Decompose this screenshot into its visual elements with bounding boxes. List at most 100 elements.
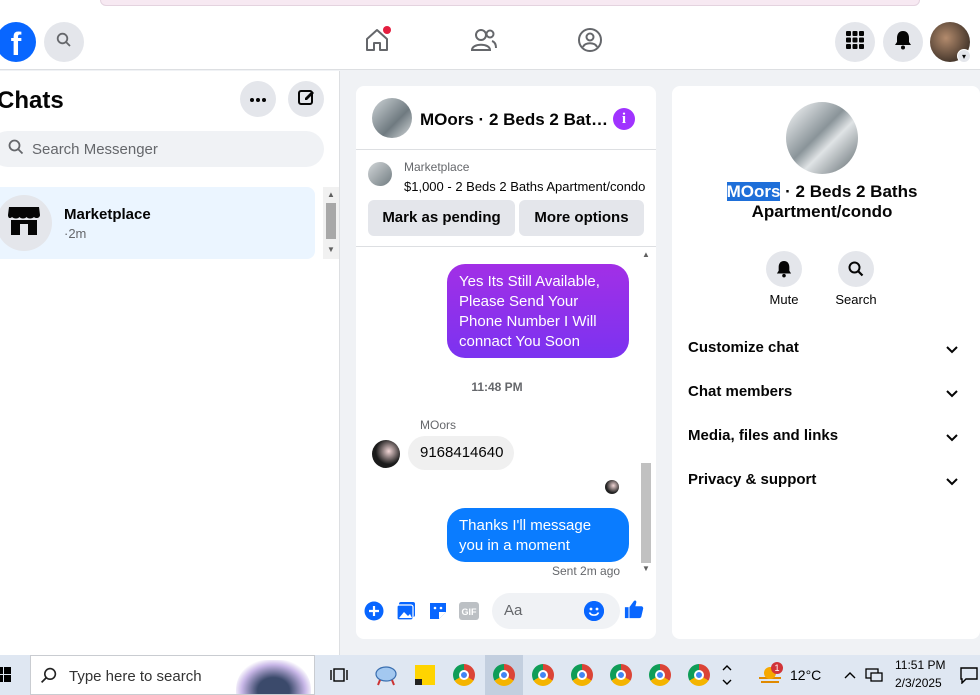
info-icon[interactable]: i <box>613 108 635 130</box>
menu-button[interactable] <box>835 22 875 62</box>
seen-indicator <box>605 480 619 494</box>
chrome-icon[interactable] <box>528 660 558 690</box>
section-label: Customize chat <box>688 339 799 356</box>
notification-center-icon[interactable] <box>958 660 980 690</box>
facebook-logo[interactable]: f <box>0 22 36 62</box>
conversation-panel: MOors · 2 Beds 2 Bat… i Marketplace $1,0… <box>356 86 656 639</box>
clock-date[interactable]: 2/3/2025 <box>895 676 942 690</box>
customize-chat-section[interactable]: Customize chat <box>688 339 964 363</box>
mark-as-pending-button[interactable]: Mark as pending <box>368 200 515 236</box>
chrome-icon[interactable] <box>606 660 636 690</box>
message-composer: GIF <box>356 589 656 633</box>
scroll-down-icon[interactable]: ▼ <box>327 245 335 254</box>
mute-label: Mute <box>769 292 799 307</box>
conversation-title[interactable]: MOors · 2 Beds 2 Bat… <box>420 110 608 130</box>
options-button[interactable] <box>240 81 276 117</box>
section-label: Chat members <box>688 383 793 400</box>
chrome-icon[interactable] <box>684 660 714 690</box>
new-message-button[interactable] <box>288 81 324 117</box>
scroll-up-icon[interactable]: ▲ <box>642 250 650 259</box>
taskbar-search-placeholder: Type here to search <box>69 668 202 685</box>
more-dots-icon <box>249 90 267 108</box>
outgoing-message[interactable]: Yes Its Still Available, Please Send You… <box>447 264 629 358</box>
chrome-icon[interactable] <box>449 660 479 690</box>
windows-start-icon[interactable] <box>0 667 12 683</box>
marketplace-avatar <box>0 195 52 251</box>
marketplace-listing-bar: Marketplace $1,000 - 2 Beds 2 Baths Apar… <box>356 151 656 247</box>
media-files-links-section[interactable]: Media, files and links <box>688 427 964 451</box>
scroll-down-icon[interactable]: ▼ <box>642 564 650 573</box>
conversation-header: MOors · 2 Beds 2 Bat… i <box>356 86 656 150</box>
sticky-notes-icon[interactable] <box>410 660 440 690</box>
chats-sidebar: Chats Marketplace ·2m ▲ ▼ <box>0 71 340 655</box>
sent-status: Sent 2m ago <box>552 564 621 578</box>
search-icon <box>56 32 72 53</box>
groups-icon <box>577 27 603 58</box>
scrollbar-thumb[interactable] <box>326 203 336 239</box>
sender-avatar[interactable] <box>372 440 400 468</box>
search-input[interactable] <box>32 140 292 158</box>
chevron-down-icon <box>946 429 958 446</box>
scrollbar-thumb[interactable] <box>641 463 651 563</box>
app-icon[interactable] <box>371 660 401 690</box>
chrome-icon[interactable] <box>567 660 597 690</box>
compose-icon <box>297 88 315 111</box>
chrome-icon[interactable] <box>489 660 519 690</box>
browser-top-strip <box>0 0 980 14</box>
thumbs-up-icon[interactable] <box>624 599 644 619</box>
top-navigation: f ▾ <box>0 14 980 70</box>
page-title: Chats <box>0 87 64 114</box>
privacy-support-section[interactable]: Privacy & support <box>688 471 964 495</box>
plus-icon[interactable] <box>364 601 384 621</box>
notifications-button[interactable] <box>883 22 923 62</box>
home-nav[interactable] <box>361 26 393 58</box>
gif-icon[interactable]: GIF <box>459 601 479 621</box>
bell-icon <box>766 251 802 287</box>
selected-text: MOors <box>726 182 781 201</box>
storefront-icon <box>7 205 41 242</box>
listing-title[interactable]: $1,000 - 2 Beds 2 Baths Apartment/condo <box>404 179 645 194</box>
chrome-icon[interactable] <box>645 660 675 690</box>
photo-icon[interactable] <box>396 601 416 621</box>
message-scrollbar[interactable]: ▲ ▼ <box>638 250 654 575</box>
chat-list-item[interactable]: Marketplace ·2m <box>0 187 315 259</box>
outgoing-message[interactable]: Thanks I'll message you in a moment <box>447 508 629 562</box>
conversation-name: MOors · 2 Beds 2 Baths Apartment/condo <box>702 182 942 222</box>
more-options-button[interactable]: More options <box>519 200 644 236</box>
clock-time[interactable]: 11:51 PM <box>895 658 945 672</box>
message-input[interactable] <box>504 602 584 619</box>
friends-nav[interactable] <box>468 26 500 58</box>
taskbar-search[interactable]: Type here to search <box>30 655 315 695</box>
chat-list-scrollbar[interactable]: ▲ ▼ <box>323 187 339 259</box>
groups-nav[interactable] <box>574 26 606 58</box>
weather-badge: 1 <box>771 662 783 674</box>
svg-text:GIF: GIF <box>462 607 478 617</box>
emoji-icon[interactable] <box>584 601 604 621</box>
chevron-down-icon[interactable]: ▾ <box>957 49 971 63</box>
address-bar-edge[interactable] <box>100 0 920 6</box>
listing-thumbnail[interactable] <box>368 162 392 186</box>
show-hidden-icons[interactable] <box>838 660 862 690</box>
weather-temperature[interactable]: 12°C <box>790 667 821 683</box>
search-messenger[interactable] <box>0 131 324 167</box>
message-list: Yes Its Still Available, Please Send You… <box>356 248 656 578</box>
search-conversation-button[interactable]: Search <box>826 251 886 307</box>
incoming-message[interactable]: 9168414640 <box>408 436 514 470</box>
chat-members-section[interactable]: Chat members <box>688 383 964 407</box>
search-icon <box>40 667 57 689</box>
message-input-box[interactable] <box>492 593 620 629</box>
message-timestamp: 11:48 PM <box>471 380 523 394</box>
conversation-avatar[interactable] <box>786 102 858 174</box>
mute-button[interactable]: Mute <box>754 251 814 307</box>
sticker-icon[interactable] <box>428 601 448 621</box>
bell-icon <box>894 30 912 55</box>
section-label: Media, files and links <box>688 427 839 444</box>
scroll-up-icon[interactable]: ▲ <box>327 190 335 199</box>
taskbar-scroll[interactable] <box>718 660 736 690</box>
search-button[interactable] <box>44 22 84 62</box>
weather-icon[interactable]: 1 <box>755 660 785 690</box>
listing-avatar[interactable] <box>372 98 412 138</box>
search-icon <box>838 251 874 287</box>
task-view-icon[interactable] <box>324 660 354 690</box>
network-icon[interactable] <box>862 660 886 690</box>
